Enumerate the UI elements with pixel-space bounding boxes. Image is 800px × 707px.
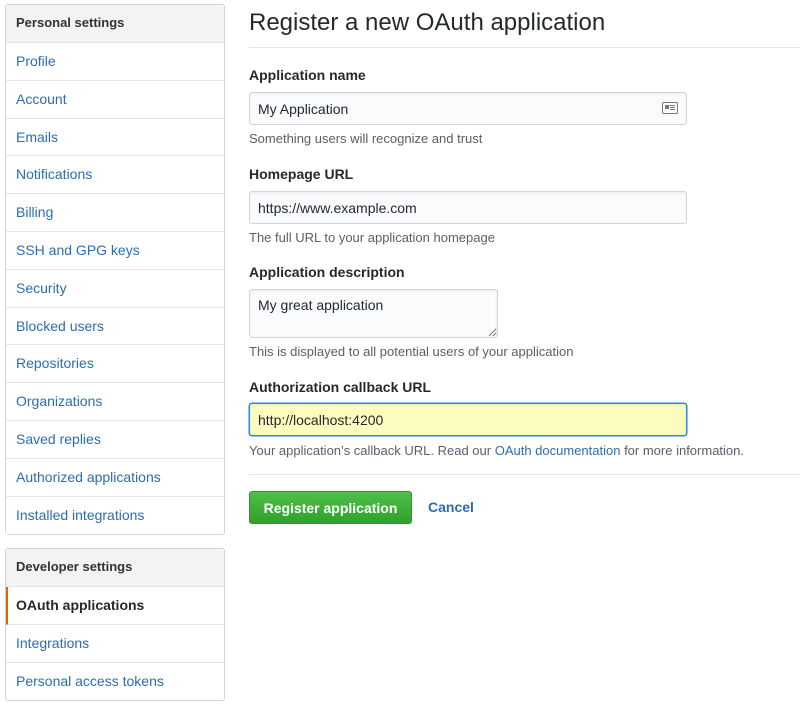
sidebar-item-personal-access-tokens[interactable]: Personal access tokens	[6, 663, 224, 701]
description-textarea[interactable]: My great application	[249, 289, 498, 338]
personal-settings-menu: Personal settings Profile Account Emails…	[5, 4, 225, 536]
sidebar-item-organizations[interactable]: Organizations	[6, 383, 224, 421]
developer-settings-heading: Developer settings	[6, 549, 224, 587]
sidebar-item-ssh-gpg-keys[interactable]: SSH and GPG keys	[6, 232, 224, 270]
homepage-url-label: Homepage URL	[249, 166, 354, 182]
app-name-label: Application name	[249, 67, 366, 83]
callback-note-suffix: for more information.	[620, 443, 744, 458]
sidebar-item-emails[interactable]: Emails	[6, 119, 224, 157]
sidebar-item-blocked-users[interactable]: Blocked users	[6, 308, 224, 346]
sidebar-item-security[interactable]: Security	[6, 270, 224, 308]
developer-settings-menu: Developer settings OAuth applications In…	[5, 548, 225, 702]
homepage-url-note: The full URL to your application homepag…	[249, 230, 495, 245]
personal-settings-heading: Personal settings	[6, 5, 224, 43]
sidebar-item-installed-integrations[interactable]: Installed integrations	[6, 497, 224, 535]
address-card-icon	[662, 102, 678, 114]
form-divider	[249, 474, 800, 475]
homepage-url-input[interactable]	[249, 191, 687, 224]
app-name-input[interactable]	[249, 92, 687, 125]
sidebar-item-notifications[interactable]: Notifications	[6, 156, 224, 195]
app-name-note: Something users will recognize and trust	[249, 131, 483, 146]
sidebar-item-profile[interactable]: Profile	[6, 43, 224, 81]
callback-url-label: Authorization callback URL	[249, 379, 432, 395]
oauth-documentation-link[interactable]: OAuth documentation	[495, 443, 621, 458]
sidebar-item-integrations[interactable]: Integrations	[6, 625, 224, 663]
description-label: Application description	[249, 264, 405, 280]
callback-url-note: Your application’s callback URL. Read ou…	[249, 443, 744, 458]
callback-url-input[interactable]	[249, 403, 687, 436]
sidebar-item-repositories[interactable]: Repositories	[6, 345, 224, 384]
sidebar-item-authorized-applications[interactable]: Authorized applications	[6, 459, 224, 497]
page-title: Register a new OAuth application	[249, 0, 800, 48]
register-oauth-form: Register a new OAuth application Applica…	[249, 0, 800, 524]
cancel-button[interactable]: Cancel	[428, 499, 474, 515]
sidebar-item-saved-replies[interactable]: Saved replies	[6, 421, 224, 459]
sidebar-item-oauth-applications[interactable]: OAuth applications	[6, 587, 224, 625]
register-application-button[interactable]: Register application	[249, 491, 412, 524]
sidebar-item-billing[interactable]: Billing	[6, 194, 224, 232]
callback-note-prefix: Your application’s callback URL. Read ou…	[249, 443, 495, 458]
sidebar-item-account[interactable]: Account	[6, 81, 224, 119]
description-note: This is displayed to all potential users…	[249, 344, 574, 359]
